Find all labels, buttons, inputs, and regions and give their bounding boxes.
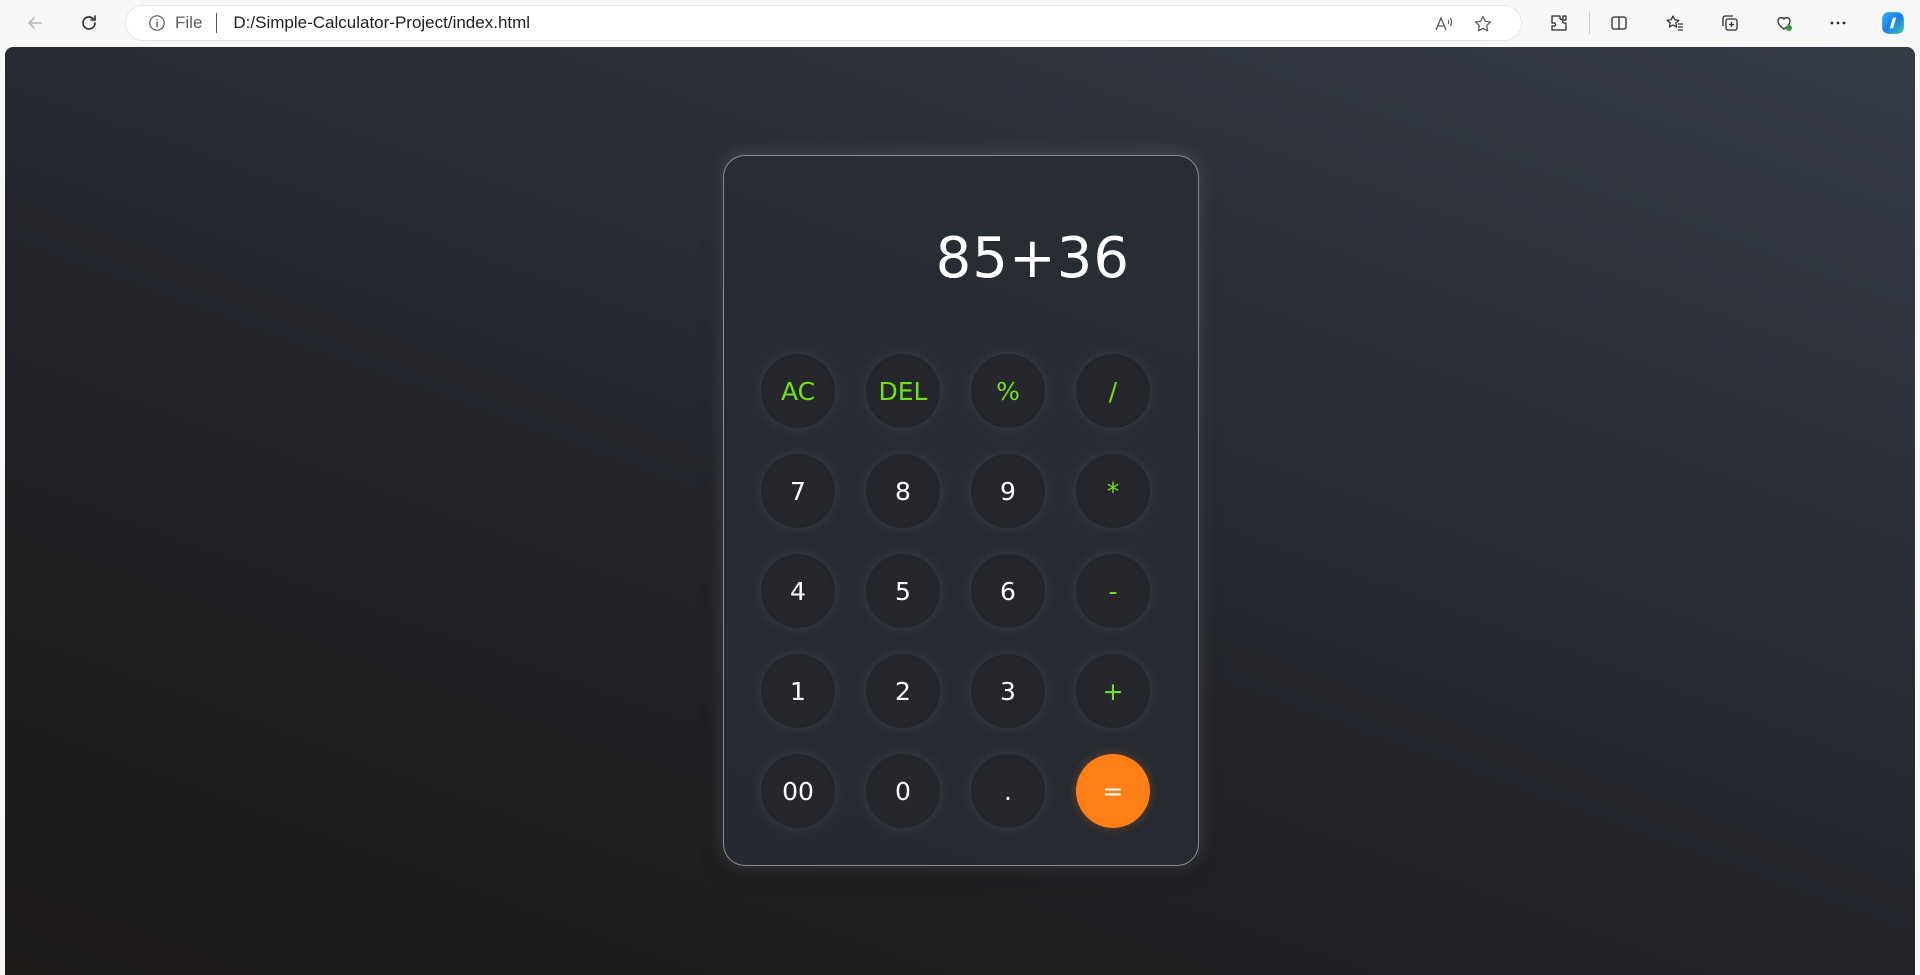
favorites-icon[interactable]	[1659, 7, 1691, 39]
address-bar[interactable]: File D:/Simple-Calculator-Project/index.…	[125, 5, 1522, 41]
clear-all-button[interactable]: AC	[761, 354, 835, 428]
digit-8-button[interactable]: 8	[866, 454, 940, 528]
keypad: AC DEL%/7 8 9 * 4 5 6-1 2 3 +00 0. =	[761, 354, 1150, 828]
copilot-icon[interactable]	[1877, 7, 1909, 39]
digit-7-button[interactable]: 7	[761, 454, 835, 528]
toolbar-divider	[1589, 12, 1590, 34]
delete-button[interactable]: DEL	[866, 354, 940, 428]
split-screen-icon[interactable]	[1603, 7, 1635, 39]
add-button[interactable]: +	[1076, 654, 1150, 728]
subtract-button[interactable]: -	[1076, 554, 1150, 628]
percent-button[interactable]: %	[971, 354, 1045, 428]
divide-button[interactable]: /	[1076, 354, 1150, 428]
refresh-icon[interactable]	[73, 7, 105, 39]
back-icon[interactable]	[19, 7, 51, 39]
digit-6-button[interactable]: 6	[971, 554, 1045, 628]
equals-button[interactable]: =	[1076, 754, 1150, 828]
digit-0-button[interactable]: 0	[866, 754, 940, 828]
read-aloud-icon[interactable]	[1432, 13, 1454, 35]
page-viewport: 85+36 AC DEL%/7 8 9 * 4 5 6-1 2 3 +00 0. =	[5, 47, 1915, 975]
file-scheme-label: File	[175, 13, 203, 32]
info-icon[interactable]	[147, 13, 167, 33]
decimal-button[interactable]: .	[971, 754, 1045, 828]
multiply-button[interactable]: *	[1076, 454, 1150, 528]
digit-9-button[interactable]: 9	[971, 454, 1045, 528]
calculator: 85+36 AC DEL%/7 8 9 * 4 5 6-1 2 3 +00 0. =	[723, 155, 1199, 866]
favorite-star-icon[interactable]	[1472, 13, 1494, 35]
digit-4-button[interactable]: 4	[761, 554, 835, 628]
digit-2-button[interactable]: 2	[866, 654, 940, 728]
extensions-icon[interactable]	[1543, 7, 1575, 39]
digit-3-button[interactable]: 3	[971, 654, 1045, 728]
digit-1-button[interactable]: 1	[761, 654, 835, 728]
more-options-icon[interactable]	[1822, 7, 1854, 39]
collections-icon[interactable]	[1714, 7, 1746, 39]
url-text[interactable]: D:/Simple-Calculator-Project/index.html	[233, 13, 530, 33]
double-zero-button[interactable]: 00	[761, 754, 835, 828]
calculator-display: 85+36	[935, 226, 1130, 291]
browser-toolbar: File D:/Simple-Calculator-Project/index.…	[0, 0, 1920, 46]
browser-essentials-icon[interactable]	[1768, 7, 1800, 39]
address-divider	[216, 13, 218, 33]
digit-5-button[interactable]: 5	[866, 554, 940, 628]
